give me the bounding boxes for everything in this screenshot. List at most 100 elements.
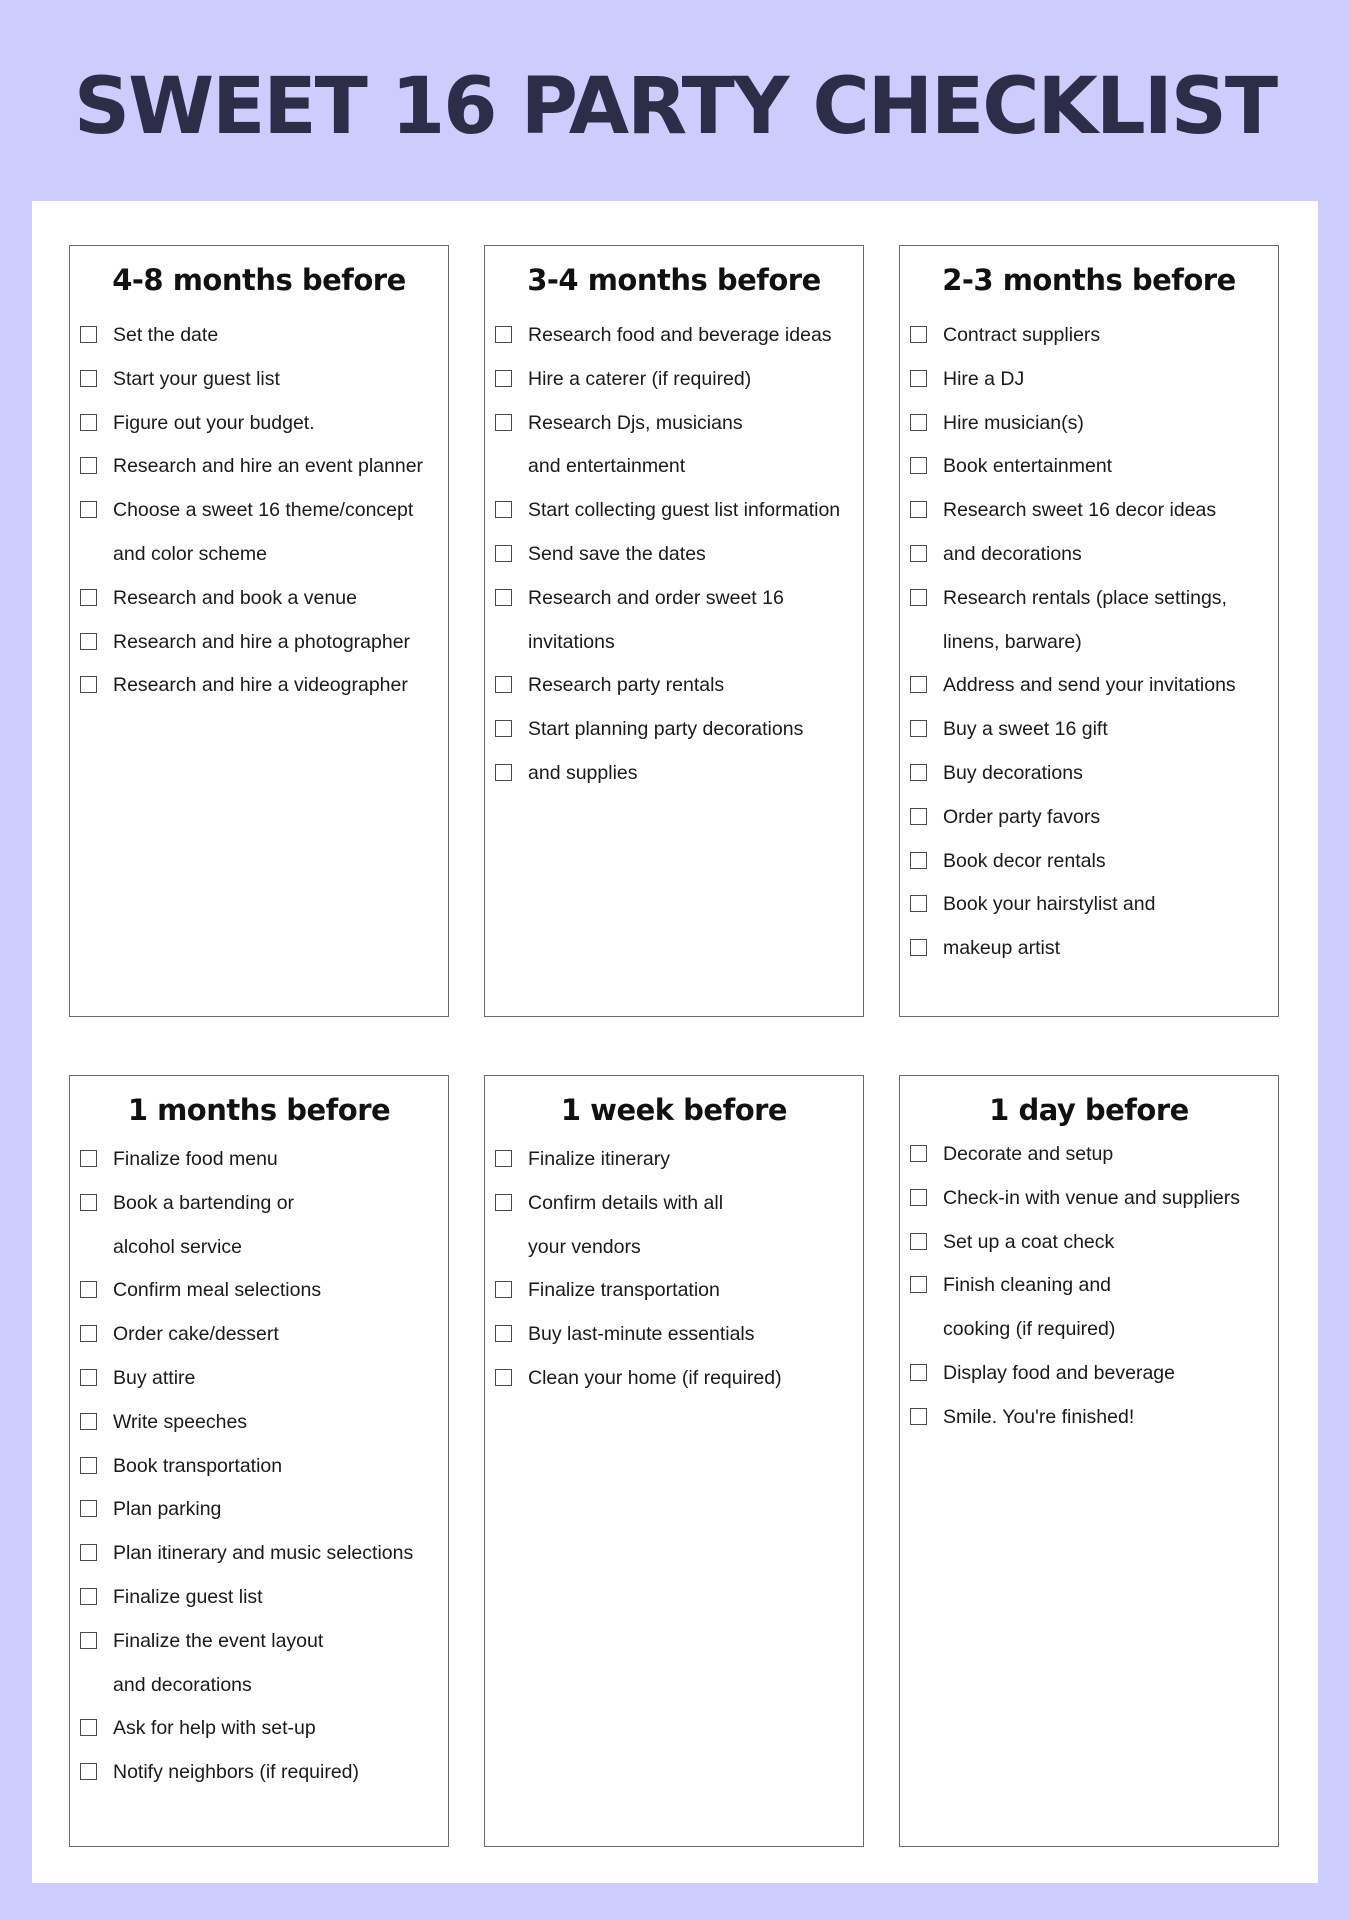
checkbox[interactable] [80,1193,97,1211]
checklist-item[interactable]: Research Djs, musicians [485,402,863,446]
checklist-item[interactable]: Research food and beverage ideas [485,314,863,358]
checklist-item[interactable]: Research and hire a videographer [70,664,448,708]
checklist-item[interactable]: Buy attire [70,1357,448,1401]
checklist-item[interactable]: Book entertainment [900,445,1278,489]
checklist-item[interactable]: Buy last-minute essentials [485,1313,863,1357]
checklist-item[interactable]: Start your guest list [70,358,448,402]
checkbox[interactable] [495,1150,512,1167]
checklist-item[interactable]: Plan itinerary and music selections [70,1532,448,1576]
checklist-item[interactable]: Contract suppliers [900,314,1278,358]
checkbox[interactable] [910,851,927,869]
checkbox[interactable] [495,1368,512,1386]
checkbox[interactable] [910,1276,927,1294]
checkbox[interactable] [80,1631,97,1649]
checkbox[interactable] [80,326,97,343]
checklist-item[interactable]: Figure out your budget. [70,402,448,446]
checklist-item[interactable]: Notify neighbors (if required) [70,1751,448,1795]
checklist-item[interactable]: Buy a sweet 16 gift [900,708,1278,752]
checklist-item[interactable]: Research and order sweet 16 [485,577,863,621]
checklist-item[interactable]: Hire a DJ [900,358,1278,402]
checkbox[interactable] [80,369,97,387]
checklist-item[interactable]: Set up a coat check [900,1221,1278,1265]
checklist-item[interactable]: Book decor rentals [900,840,1278,884]
checklist-item[interactable]: and supplies [485,752,863,796]
checkbox[interactable] [910,720,927,738]
checklist-item[interactable]: and decorations [900,533,1278,577]
checkbox[interactable] [910,544,927,562]
checklist-item[interactable]: Book a bartending or [70,1182,448,1226]
checkbox[interactable] [80,1150,97,1167]
checkbox[interactable] [495,676,512,694]
checkbox[interactable] [80,1719,97,1737]
checklist-item[interactable]: Research and book a venue [70,577,448,621]
checklist-item[interactable]: makeup artist [900,927,1278,971]
checklist-item[interactable]: Hire a caterer (if required) [485,358,863,402]
checkbox[interactable] [80,1544,97,1562]
checklist-item[interactable]: Display food and beverage [900,1352,1278,1396]
checkbox[interactable] [495,369,512,387]
checkbox[interactable] [910,763,927,781]
checkbox[interactable] [80,1368,97,1386]
checklist-item[interactable]: Finalize guest list [70,1576,448,1620]
checklist-item[interactable]: Plan parking [70,1488,448,1532]
checkbox[interactable] [80,1763,97,1781]
checklist-item[interactable]: Research and hire an event planner [70,445,448,489]
checkbox[interactable] [495,544,512,562]
checklist-item[interactable]: Confirm meal selections [70,1269,448,1313]
checkbox[interactable] [910,1188,927,1206]
checkbox[interactable] [495,1281,512,1299]
checkbox[interactable] [910,1232,927,1250]
checkbox[interactable] [910,588,927,606]
checkbox[interactable] [910,457,927,475]
checkbox[interactable] [495,1193,512,1211]
checkbox[interactable] [80,676,97,694]
checkbox[interactable] [80,632,97,650]
checkbox[interactable] [910,676,927,694]
checkbox[interactable] [80,1587,97,1605]
checkbox[interactable] [80,501,97,519]
checkbox[interactable] [80,588,97,606]
checkbox[interactable] [495,413,512,431]
checkbox[interactable] [495,588,512,606]
checkbox[interactable] [910,501,927,519]
checkbox[interactable] [80,457,97,475]
checkbox[interactable] [80,1281,97,1299]
checklist-item[interactable]: Write speeches [70,1401,448,1445]
checkbox[interactable] [80,1500,97,1518]
checkbox[interactable] [910,1145,927,1162]
checkbox[interactable] [80,1456,97,1474]
checkbox[interactable] [910,1407,927,1425]
checklist-item[interactable]: Buy decorations [900,752,1278,796]
checklist-item[interactable]: Smile. You're finished! [900,1396,1278,1440]
checkbox[interactable] [495,1325,512,1343]
checkbox[interactable] [910,413,927,431]
checkbox[interactable] [495,720,512,738]
checkbox[interactable] [910,1363,927,1381]
checkbox[interactable] [910,807,927,825]
checklist-item[interactable]: Confirm details with all [485,1182,863,1226]
checkbox[interactable] [80,1325,97,1343]
checkbox[interactable] [910,326,927,343]
checkbox[interactable] [910,369,927,387]
checklist-item[interactable]: Decorate and setup [900,1133,1278,1177]
checkbox[interactable] [495,763,512,781]
checklist-item[interactable]: Order cake/dessert [70,1313,448,1357]
checklist-item[interactable]: Finalize the event layout [70,1620,448,1664]
checkbox[interactable] [495,326,512,343]
checkbox[interactable] [910,939,927,957]
checklist-item[interactable]: Order party favors [900,796,1278,840]
checklist-item[interactable]: Clean your home (if required) [485,1357,863,1401]
checklist-item[interactable]: Finish cleaning and [900,1264,1278,1308]
checklist-item[interactable]: Start planning party decorations [485,708,863,752]
checklist-item[interactable]: Choose a sweet 16 theme/concept [70,489,448,533]
checklist-item[interactable]: Hire musician(s) [900,402,1278,446]
checkbox[interactable] [910,895,927,913]
checklist-item[interactable]: Book your hairstylist and [900,883,1278,927]
checklist-item[interactable]: Ask for help with set-up [70,1707,448,1751]
checklist-item[interactable]: Book transportation [70,1445,448,1489]
checklist-item[interactable]: Check-in with venue and suppliers [900,1177,1278,1221]
checklist-item[interactable]: Research and hire a photographer [70,621,448,665]
checkbox[interactable] [495,501,512,519]
checkbox[interactable] [80,1412,97,1430]
checklist-item[interactable]: Research sweet 16 decor ideas [900,489,1278,533]
